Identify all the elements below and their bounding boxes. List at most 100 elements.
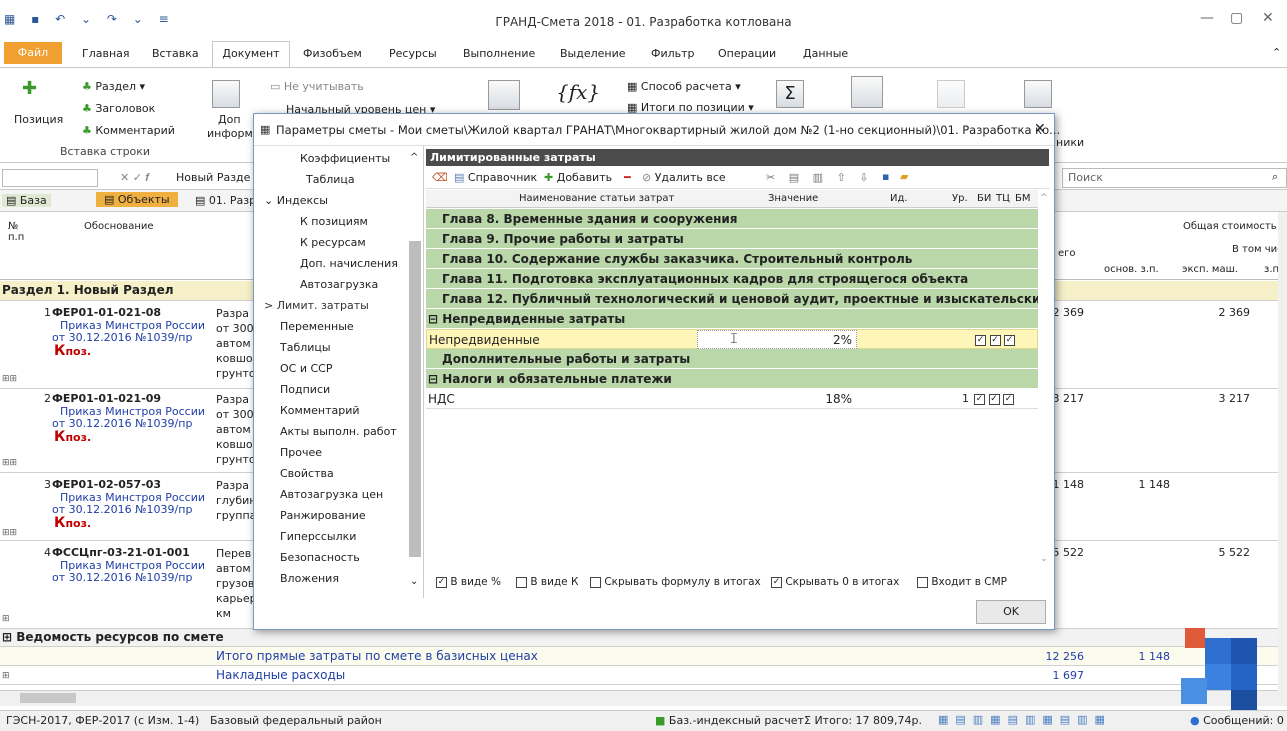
grid-row-ch11[interactable]: Глава 11. Подготовка эксплуатационных ка… xyxy=(426,269,1038,289)
tab-document[interactable]: Документ xyxy=(212,41,290,67)
nav-indexes[interactable]: ⌄ Индексы xyxy=(264,194,328,207)
open-folder-icon[interactable]: ▰ xyxy=(900,170,908,183)
tab-base[interactable]: ▤ База xyxy=(2,194,51,207)
value-input[interactable]: 2% xyxy=(697,330,857,349)
value-cell[interactable]: 18% xyxy=(696,389,856,409)
collapse-ribbon-icon[interactable]: ⌃ xyxy=(1272,46,1281,59)
tab-home[interactable]: Главная xyxy=(82,47,130,60)
nav-hyperlinks[interactable]: Гиперссылки xyxy=(280,530,356,543)
nav-comment[interactable]: Комментарий xyxy=(280,404,360,417)
nav-table[interactable]: Таблица xyxy=(306,173,355,186)
table-icon[interactable] xyxy=(488,80,520,110)
grid-row-vat[interactable]: НДС 18% 1 ✓ ✓ ✓ xyxy=(426,389,1038,409)
expand-icon[interactable]: ⊞ xyxy=(2,670,10,683)
nav-security[interactable]: Безопасность xyxy=(280,551,360,564)
edit-tool-icons[interactable]: ✂ ▤ ▥ ⇧ ⇩ xyxy=(766,171,873,184)
grid-row-ch8[interactable]: Глава 8. Временные здания и сооружения xyxy=(426,209,1038,229)
grid-row-ch12[interactable]: Глава 12. Публичный технологический и це… xyxy=(426,289,1038,309)
search-icon[interactable]: ⌕ xyxy=(1272,170,1278,184)
expand-icon[interactable]: ⊞⊞ xyxy=(2,457,17,470)
book-icon[interactable] xyxy=(1024,80,1052,108)
reference-button[interactable]: ▤ Справочник xyxy=(454,171,537,184)
delete-all-button[interactable]: ⊘ Удалить все xyxy=(642,171,726,184)
add-position-icon[interactable]: ✚ xyxy=(22,78,37,99)
ok-button[interactable]: OK xyxy=(976,600,1046,624)
opt-hide-zero[interactable]: ✓ Скрывать 0 в итогах xyxy=(771,576,899,588)
opt-in-smr[interactable]: Входит в СМР xyxy=(917,576,1007,588)
level-cell[interactable]: 1 xyxy=(962,389,969,409)
nav-attachments[interactable]: Вложения xyxy=(280,572,339,585)
ignore-button[interactable]: ▭ Не учитывать xyxy=(270,80,364,93)
status-region[interactable]: Базовый федеральный район xyxy=(210,714,382,727)
nav-scroll-thumb[interactable] xyxy=(409,241,421,557)
nav-to-positions[interactable]: К позициям xyxy=(300,215,368,228)
text-icon[interactable] xyxy=(937,80,965,108)
nav-extra-charges[interactable]: Доп. начисления xyxy=(300,257,398,270)
grid-scroll-up-icon[interactable]: ^ xyxy=(1040,193,1048,203)
row-checkboxes[interactable]: ✓ ✓ ✓ xyxy=(975,333,1015,346)
tab-data[interactable]: Данные xyxy=(803,47,848,60)
status-tool-icons[interactable]: ▦▤▥▦▤▥▦▤▥▦ xyxy=(938,713,1112,726)
eraser-icon[interactable]: ⌫ xyxy=(432,171,448,184)
tab-filter[interactable]: Фильтр xyxy=(651,47,695,60)
nav-scroll-down-icon[interactable]: ⌄ xyxy=(410,576,418,587)
tab-file[interactable]: Файл xyxy=(4,42,62,64)
tab-execution[interactable]: Выполнение xyxy=(463,47,535,60)
horizontal-scrollbar[interactable] xyxy=(0,690,1287,706)
grid-row-ch9[interactable]: Глава 9. Прочие работы и затраты xyxy=(426,229,1038,249)
resources-row[interactable]: ⊞ Ведомость ресурсов по смете xyxy=(0,629,1280,647)
tab-physvolume[interactable]: Физобъем xyxy=(303,47,362,60)
scroll-thumb[interactable] xyxy=(20,693,76,703)
status-messages[interactable]: ● Сообщений: 0 xyxy=(1190,714,1284,727)
grid-edit-icon[interactable] xyxy=(851,76,883,108)
grid-row-extra-works[interactable]: Дополнительные работы и затраты xyxy=(426,349,1038,369)
calc-method-button[interactable]: ▦ Способ расчета ▾ xyxy=(627,80,741,93)
nav-limit-costs[interactable]: > Лимит. затраты xyxy=(264,299,369,312)
comment-button[interactable]: ♣ Комментарий xyxy=(82,124,175,137)
opt-percent[interactable]: ✓ В виде % xyxy=(436,576,501,588)
tab-selection[interactable]: Выделение xyxy=(560,47,626,60)
grid-row-taxes-group[interactable]: ⊟ Налоги и обязательные платежи xyxy=(426,369,1038,389)
nav-properties[interactable]: Свойства xyxy=(280,467,334,480)
expand-icon[interactable]: ⊞ xyxy=(2,613,10,626)
header-button[interactable]: ♣ Заголовок xyxy=(82,102,155,115)
total-row[interactable]: Итого прямые затраты по смете в базисных… xyxy=(0,647,1280,666)
row-code[interactable]: ФЕР01-01-021-09 xyxy=(52,392,161,405)
grid-scroll-down-icon[interactable]: ⌄ xyxy=(1040,554,1048,564)
nav-autoload[interactable]: Автозагрузка xyxy=(300,278,378,291)
vertical-scrollbar[interactable] xyxy=(1278,212,1287,692)
formula-controls-icon[interactable]: ✕ ✓ 𝒇 xyxy=(120,171,149,185)
nav-other[interactable]: Прочее xyxy=(280,446,322,459)
tab-operations[interactable]: Операции xyxy=(718,47,776,60)
grid-row-ch10[interactable]: Глава 10. Содержание службы заказчика. С… xyxy=(426,249,1038,269)
restore-icon[interactable]: ▢ xyxy=(1230,10,1243,26)
dialog-close-icon[interactable]: ✕ xyxy=(1034,121,1046,137)
tab-objects[interactable]: ▤ Объекты xyxy=(96,192,178,207)
opt-k[interactable]: В виде К xyxy=(516,576,578,588)
grid-row-unforeseen[interactable]: Непредвиденные 2% 𝙸 ✓ ✓ ✓ xyxy=(426,329,1038,349)
nav-price-autoload[interactable]: Автозагрузка цен xyxy=(280,488,383,501)
tab-resources[interactable]: Ресурсы xyxy=(389,47,437,60)
overhead-row[interactable]: ⊞ Накладные расходы 1 697 xyxy=(0,666,1280,685)
nav-scroll-up-icon[interactable]: ^ xyxy=(410,152,418,163)
status-norm[interactable]: ГЭСН-2017, ФЕР-2017 (с Изм. 1-4) xyxy=(6,714,199,727)
expand-icon[interactable]: ⊞⊞ xyxy=(2,527,17,540)
status-calc[interactable]: ■ Баз.-индексный расчет xyxy=(655,714,804,727)
nav-variables[interactable]: Переменные xyxy=(280,320,354,333)
tab-insert[interactable]: Вставка xyxy=(152,47,199,60)
nav-ranking[interactable]: Ранжирование xyxy=(280,509,366,522)
nav-signatures[interactable]: Подписи xyxy=(280,383,330,396)
row-code[interactable]: ФССЦпг-03-21-01-001 xyxy=(52,546,190,559)
cell-address-input[interactable] xyxy=(2,169,98,187)
close-icon[interactable]: ✕ xyxy=(1262,10,1274,26)
add-button[interactable]: ✚ Добавить xyxy=(544,171,612,184)
position-button[interactable]: Позиция xyxy=(14,113,63,126)
row-code[interactable]: ФЕР01-02-057-03 xyxy=(52,478,161,491)
nav-coefficients[interactable]: Коэффициенты xyxy=(300,152,390,165)
delete-button[interactable]: ━ xyxy=(624,171,631,184)
minimize-icon[interactable]: — xyxy=(1200,10,1214,26)
sum-icon[interactable]: Σ xyxy=(776,80,804,108)
nav-tables[interactable]: Таблицы xyxy=(280,341,331,354)
opt-hide-formula[interactable]: Скрывать формулу в итогах xyxy=(590,576,761,588)
section-button[interactable]: ♣ Раздел ▾ xyxy=(82,80,145,93)
